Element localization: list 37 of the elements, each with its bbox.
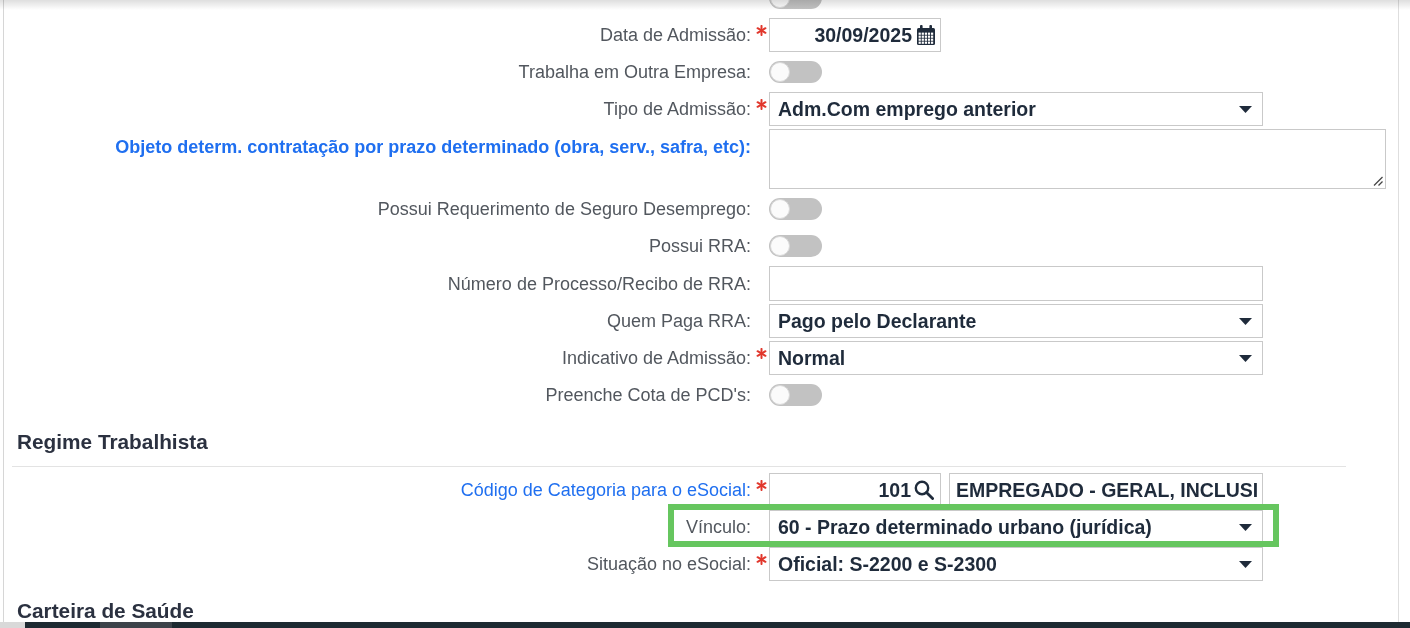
date-field[interactable]: 30/09/2025 <box>769 18 941 52</box>
field-label: Preenche Cota de PCD's: <box>545 384 751 406</box>
toggle-switch[interactable] <box>769 384 822 406</box>
search-icon[interactable] <box>914 480 934 500</box>
calendar-icon[interactable] <box>917 25 935 45</box>
toggle-switch[interactable] <box>769 235 822 257</box>
field-label: Possui RRA: <box>648 235 751 257</box>
textarea-field[interactable] <box>769 129 1386 189</box>
code-field[interactable]: 101 <box>769 473 941 507</box>
field-link[interactable]: Código de Categoria para o eSocial: <box>460 479 751 501</box>
field-label: Indicativo de Admissão: <box>561 347 751 369</box>
select-field[interactable]: Adm.Com emprego anterior <box>769 92 1263 126</box>
toggle-switch[interactable] <box>769 198 822 220</box>
select-field[interactable]: Pago pelo Declarante <box>769 304 1263 338</box>
section-title: Regime Trabalhista <box>17 430 208 454</box>
field-label: Tipo de Admissão: <box>603 98 751 120</box>
caret-down-icon <box>1239 354 1252 362</box>
field-label: Vínculo: <box>685 516 751 538</box>
caret-down-icon <box>1239 560 1252 568</box>
select-field[interactable]: 60 - Prazo determinado urbano (jurídica) <box>769 510 1263 544</box>
field-label: Possui Requerimento de Seguro Desemprego: <box>377 198 751 220</box>
text-field[interactable] <box>769 266 1263 301</box>
caret-down-icon <box>1239 105 1252 113</box>
resize-grip-icon[interactable] <box>1373 176 1383 186</box>
field-label: Trabalha em Outra Empresa: <box>518 61 751 83</box>
toggle-switch[interactable] <box>769 61 822 83</box>
select-field[interactable]: Oficial: S-2200 e S-2300 <box>769 547 1263 581</box>
section-title: Carteira de Saúde <box>17 599 194 622</box>
caret-down-icon <box>1239 523 1252 531</box>
description-field: EMPREGADO - GERAL, INCLUSI <box>949 473 1264 507</box>
field-label: Data de Admissão: <box>599 24 751 46</box>
field-link[interactable]: Objeto determ. contratação por prazo determinado (obra, serv., safra, etc): <box>115 136 751 158</box>
field-label: Quem Paga RRA: <box>606 310 751 332</box>
select-field[interactable]: Normal <box>769 341 1263 375</box>
field-label: Número de Processo/Recibo de RRA: <box>447 272 751 295</box>
caret-down-icon <box>1239 317 1252 325</box>
field-label: Situação no eSocial: <box>586 553 751 575</box>
